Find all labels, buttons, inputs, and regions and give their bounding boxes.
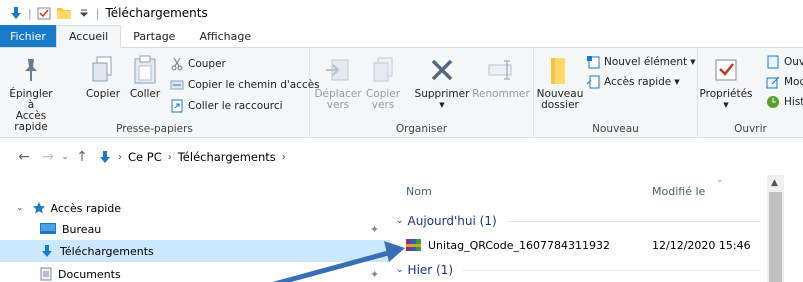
annotation-arrow [272, 241, 405, 282]
